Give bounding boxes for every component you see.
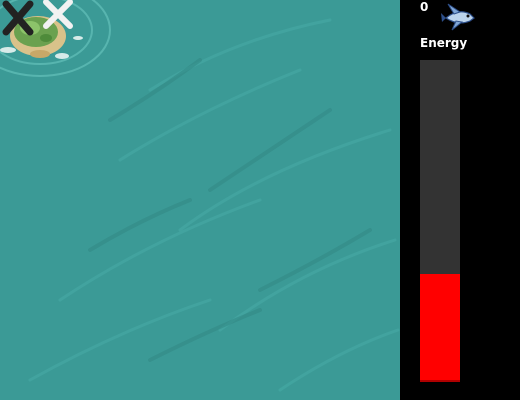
- energy-label: Energy: [420, 36, 468, 50]
- ocean-playfield[interactable]: [0, 0, 400, 400]
- energy-bar-baseline: [420, 380, 460, 382]
- flying-fish-icon: [441, 3, 475, 31]
- energy-fill: [420, 274, 460, 380]
- energy-bar: [420, 60, 460, 382]
- game-screen: 0 Energy: [0, 0, 520, 400]
- crossed-planks-icon: [2, 0, 73, 36]
- score-counter: 0: [420, 0, 429, 14]
- hud-panel: [400, 0, 520, 400]
